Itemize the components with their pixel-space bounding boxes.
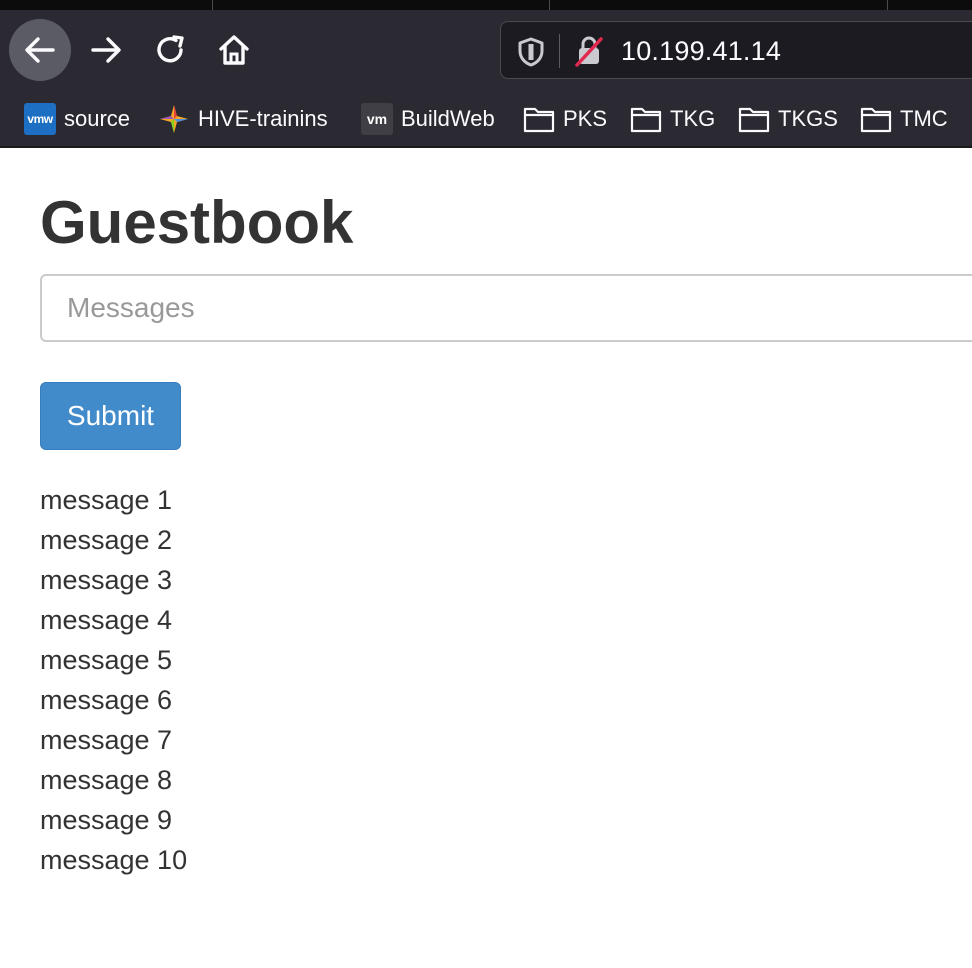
- folder-icon: [523, 107, 555, 133]
- bookmark-label: TKGS: [778, 106, 838, 131]
- favicon-text: vm: [366, 111, 388, 127]
- vm-favicon-icon: vm: [361, 103, 393, 135]
- arrow-right-icon: [91, 37, 121, 63]
- message-item: message 8: [40, 765, 173, 795]
- shield-icon[interactable]: [517, 37, 545, 67]
- bookmark-label: TMC: [900, 106, 948, 131]
- page-title: Guestbook: [40, 189, 354, 256]
- bookmark-label: TKG: [670, 106, 716, 131]
- address-bar[interactable]: 10.199.41.14: [500, 21, 972, 79]
- bookmark-label: BuildWeb: [401, 106, 495, 131]
- vmw-favicon-icon: vmw: [24, 103, 56, 135]
- forward-button[interactable]: [76, 18, 136, 82]
- folder-icon: [738, 107, 770, 133]
- insecure-lock-icon[interactable]: [573, 34, 605, 68]
- folder-icon: [860, 107, 892, 133]
- submit-button[interactable]: Submit: [40, 382, 181, 450]
- reload-icon: [157, 35, 184, 63]
- back-button[interactable]: [9, 19, 71, 81]
- bookmark-folder-pks[interactable]: PKS: [523, 102, 607, 136]
- bookmark-folder-tkgs[interactable]: TKGS: [738, 102, 838, 136]
- bookmark-source[interactable]: vmw source: [24, 102, 130, 136]
- message-item: message 10: [40, 845, 188, 875]
- message-item: message 3: [40, 565, 173, 595]
- message-item: message 2: [40, 525, 173, 555]
- tab-separator: [212, 0, 213, 10]
- message-item: message 5: [40, 645, 173, 675]
- reload-button[interactable]: [141, 18, 201, 82]
- home-button[interactable]: [204, 18, 264, 82]
- message-item: message 4: [40, 605, 173, 635]
- home-icon: [219, 35, 249, 65]
- bookmarks-bar: vmw source HIVE-trainins vm BuildWeb PKS: [0, 94, 972, 146]
- url-text[interactable]: 10.199.41.14: [621, 36, 781, 67]
- message-item: message 1: [40, 485, 173, 515]
- message-input[interactable]: [40, 274, 972, 342]
- arrow-left-icon: [25, 37, 55, 63]
- hive-favicon-icon: [158, 103, 190, 135]
- tab-strip: [0, 0, 972, 10]
- bookmark-label: PKS: [563, 106, 608, 131]
- bookmark-folder-tmc[interactable]: TMC: [860, 102, 948, 136]
- page-content: Guestbook Submit message 1 message 2 mes…: [0, 148, 972, 968]
- bookmark-buildweb[interactable]: vm BuildWeb: [361, 102, 495, 136]
- bookmark-label: source: [64, 106, 131, 131]
- address-divider: [559, 34, 560, 68]
- message-item: message 7: [40, 725, 173, 755]
- navigation-toolbar: 10.199.41.14: [0, 10, 972, 94]
- message-item: message 6: [40, 685, 173, 715]
- bookmark-label: HIVE-trainins: [198, 106, 328, 131]
- bookmark-hive-trainins[interactable]: HIVE-trainins: [158, 102, 328, 136]
- message-list: message 1 message 2 message 3 message 4 …: [40, 480, 187, 880]
- folder-icon: [630, 107, 662, 133]
- bookmark-folder-tkg[interactable]: TKG: [630, 102, 715, 136]
- favicon-text: vmw: [27, 112, 53, 126]
- message-item: message 9: [40, 805, 173, 835]
- tab-separator: [549, 0, 550, 10]
- tab-separator: [887, 0, 888, 10]
